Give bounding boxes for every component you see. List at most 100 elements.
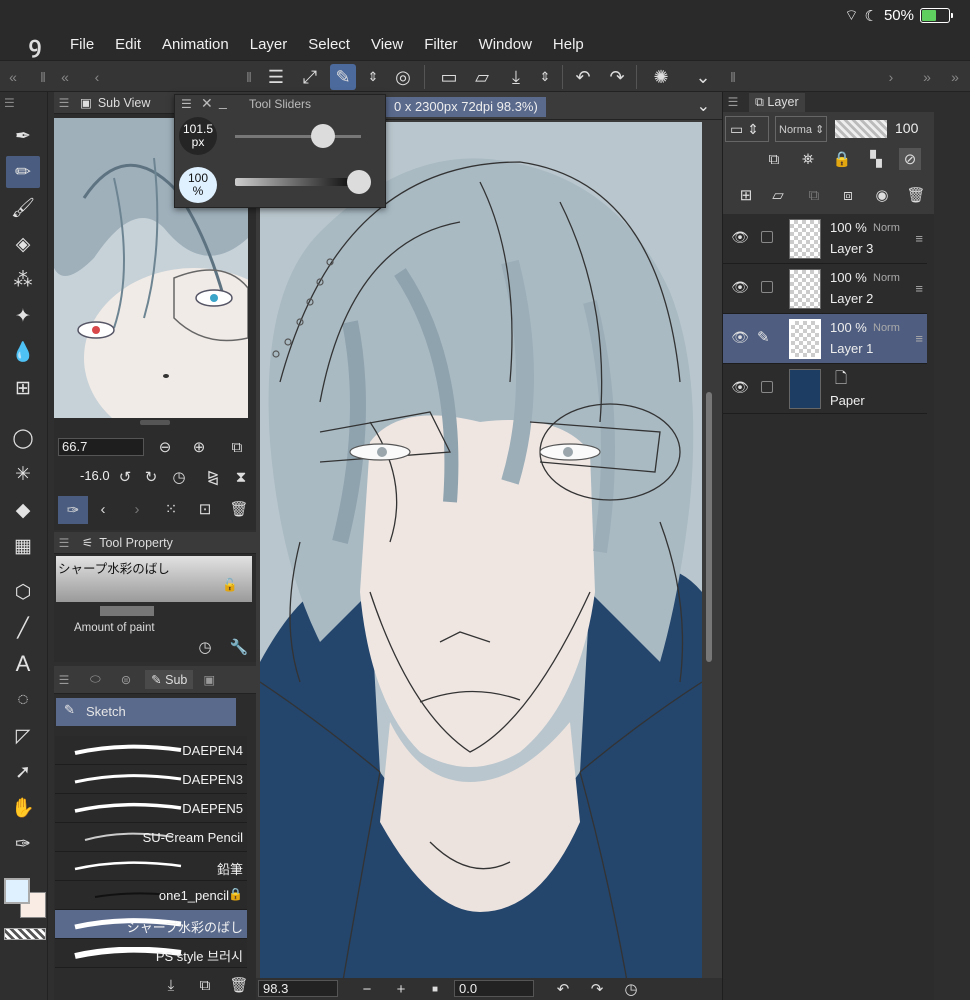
flip-horizontal-icon[interactable]: ⧎ bbox=[202, 466, 224, 488]
delete-subtool-icon[interactable]: 🗑 bbox=[228, 974, 250, 996]
mask-enable-icon[interactable]: ⊘ bbox=[899, 148, 921, 170]
grip2-icon[interactable]: ‖ bbox=[236, 64, 262, 90]
zoom-in-icon[interactable]: ⊕ bbox=[188, 436, 210, 458]
canvas-fit-icon[interactable]: ■ bbox=[424, 978, 446, 1000]
updown2-icon[interactable]: ⇕ bbox=[532, 64, 558, 90]
brush-size-track[interactable] bbox=[235, 135, 361, 138]
import-subtool-icon[interactable]: ⤓ bbox=[160, 974, 182, 996]
canvas-zoom-in-icon[interactable]: + bbox=[390, 978, 412, 1000]
brush-item[interactable]: one1_pencil 🔒 bbox=[55, 881, 247, 910]
brush-icon[interactable]: 🖌 bbox=[6, 192, 40, 224]
app-logo[interactable]: ꝯ bbox=[0, 29, 70, 59]
param-slider[interactable] bbox=[100, 606, 154, 616]
hamburger-menu-icon[interactable]: ☰ bbox=[263, 64, 289, 90]
lock-layer-icon[interactable]: 🔒 bbox=[831, 148, 853, 170]
eyedropper-icon[interactable]: ✑ bbox=[6, 828, 40, 860]
blend-icon[interactable]: 💧 bbox=[6, 336, 40, 368]
lasso-icon[interactable]: ◯ bbox=[6, 422, 40, 454]
balloon-icon[interactable]: ◌ bbox=[6, 684, 40, 716]
visibility-eye-icon[interactable]: 👁 bbox=[729, 279, 751, 296]
canvas-scrollbar[interactable] bbox=[706, 392, 712, 662]
brush-item[interactable]: 鉛筆 bbox=[55, 852, 247, 881]
canvas-tab[interactable]: 0 x 2300px 72dpi 98.3%) bbox=[386, 97, 546, 117]
lock-transparency-icon[interactable]: ▚ bbox=[865, 148, 887, 170]
grip-icon[interactable]: ☰ bbox=[54, 536, 74, 550]
rotate-left-icon[interactable]: ↺ bbox=[114, 466, 136, 488]
layer-checkbox[interactable] bbox=[761, 231, 773, 243]
delete-layer-icon[interactable]: 🗑 bbox=[905, 184, 927, 206]
opacity-knob[interactable] bbox=[347, 170, 371, 194]
loading-icon[interactable]: ✺ bbox=[648, 64, 674, 90]
transfer-icon[interactable]: ⧈ bbox=[837, 184, 859, 206]
prev-icon[interactable]: ‹ bbox=[92, 498, 114, 520]
preset-preview[interactable]: シャープ水彩のばし 🔓 bbox=[56, 556, 252, 602]
new-file-icon[interactable]: ▭ bbox=[436, 64, 462, 90]
main-color-swatch[interactable] bbox=[4, 878, 30, 904]
grip-icon[interactable]: ☰ bbox=[181, 97, 192, 111]
pencil-icon[interactable]: ✏ bbox=[6, 156, 40, 188]
reference-layer-icon[interactable]: ⛯ bbox=[797, 148, 819, 170]
save-icon[interactable]: ⤓ bbox=[503, 64, 529, 90]
transparent-color-swatch[interactable] bbox=[4, 928, 46, 940]
decoration-icon[interactable]: ⁂ bbox=[6, 264, 40, 296]
pen-icon[interactable]: ✒ bbox=[6, 120, 40, 152]
quick-access-icon[interactable]: ✎ bbox=[330, 64, 356, 90]
brush-size-knob[interactable] bbox=[311, 124, 335, 148]
collapse-left2-icon[interactable]: « bbox=[52, 64, 78, 90]
menu-layer[interactable]: Layer bbox=[250, 36, 288, 53]
layer-row-layer3[interactable]: 👁 100 % Norm Layer 3 ≡ bbox=[723, 214, 927, 264]
layer-menu-icon[interactable]: ≡ bbox=[915, 231, 923, 246]
layer-color-dropdown[interactable]: ▭ ⇕ bbox=[725, 116, 769, 142]
layer-menu-icon[interactable]: ≡ bbox=[915, 331, 923, 346]
collapse-right-icon[interactable]: » bbox=[914, 64, 940, 90]
brush-item[interactable]: PS style 브러시 bbox=[55, 939, 247, 968]
brush-item[interactable]: DAEPEN5 bbox=[55, 794, 247, 823]
menu-edit[interactable]: Edit bbox=[115, 36, 141, 53]
import-image-icon[interactable]: ⊡ bbox=[194, 498, 216, 520]
subview-zoom-field[interactable]: 66.7 bbox=[58, 438, 144, 456]
fill-icon[interactable]: ◆ bbox=[6, 494, 40, 526]
flip-vertical-icon[interactable]: ⧗ bbox=[230, 466, 252, 488]
subview-resize-handle[interactable] bbox=[140, 420, 170, 425]
hand-icon[interactable]: ✋ bbox=[6, 792, 40, 824]
updown-icon[interactable]: ⇕ bbox=[360, 64, 386, 90]
canvas-rotate-left-icon[interactable]: ↶ bbox=[552, 978, 574, 1000]
eraser-icon[interactable]: ◈ bbox=[6, 228, 40, 260]
cloud-icon[interactable]: ◎ bbox=[390, 64, 416, 90]
artwork-canvas[interactable] bbox=[260, 122, 702, 998]
redo-icon[interactable]: ↷ bbox=[604, 64, 630, 90]
transform-icon[interactable]: ⤢ bbox=[297, 64, 323, 90]
subtool-group-sketch[interactable]: ✎ Sketch bbox=[56, 698, 236, 726]
zoom-out-icon[interactable]: ⊖ bbox=[154, 436, 176, 458]
tool-property-reset-icon[interactable]: ◷ bbox=[194, 636, 216, 658]
undo-icon[interactable]: ↶ bbox=[570, 64, 596, 90]
brush-item-selected[interactable]: シャープ水彩のばし bbox=[55, 910, 247, 939]
merge-down-icon[interactable]: ⧉ bbox=[803, 184, 825, 206]
chevron-down-icon[interactable]: ⌄ bbox=[690, 64, 716, 90]
opacity-track[interactable] bbox=[235, 178, 361, 186]
layer-row-layer2[interactable]: 👁 100 % Norm Layer 2 ≡ bbox=[723, 264, 927, 314]
layer-opacity-slider[interactable] bbox=[835, 120, 887, 138]
visibility-eye-icon[interactable]: 👁 bbox=[729, 229, 751, 246]
visibility-eye-icon[interactable]: 👁 bbox=[729, 379, 751, 396]
menu-window[interactable]: Window bbox=[479, 36, 532, 53]
canvas-menu-chevron-icon[interactable]: ⌄ bbox=[697, 96, 710, 116]
layer-checkbox[interactable] bbox=[761, 281, 773, 293]
canvas-zoom-out-icon[interactable]: − bbox=[356, 978, 378, 1000]
visibility-eye-icon[interactable]: 👁 bbox=[729, 329, 751, 346]
line-icon[interactable]: ╱ bbox=[6, 612, 40, 644]
clip-icon[interactable]: ⧉ bbox=[763, 148, 785, 170]
tab-icon-1[interactable]: ⬭ bbox=[90, 672, 101, 687]
wrench-icon[interactable]: 🔧 bbox=[228, 636, 250, 658]
delete-icon[interactable]: 🗑 bbox=[228, 498, 250, 520]
tab-icon-4[interactable]: ▣ bbox=[203, 672, 215, 687]
layer-row-paper[interactable]: 👁 🗋 Paper bbox=[723, 364, 927, 414]
canvas-rotation-field[interactable]: 0.0 bbox=[454, 980, 534, 997]
layer-checkbox[interactable] bbox=[761, 381, 773, 393]
grip3-icon[interactable]: ‖ bbox=[720, 64, 746, 90]
minimize-icon[interactable]: _ bbox=[219, 93, 227, 109]
reset-rotation-icon[interactable]: ◷ bbox=[168, 466, 190, 488]
duplicate-subtool-icon[interactable]: ⧉ bbox=[194, 974, 216, 996]
tab-sub[interactable]: ✎ Sub bbox=[145, 670, 194, 689]
menu-help[interactable]: Help bbox=[553, 36, 584, 53]
